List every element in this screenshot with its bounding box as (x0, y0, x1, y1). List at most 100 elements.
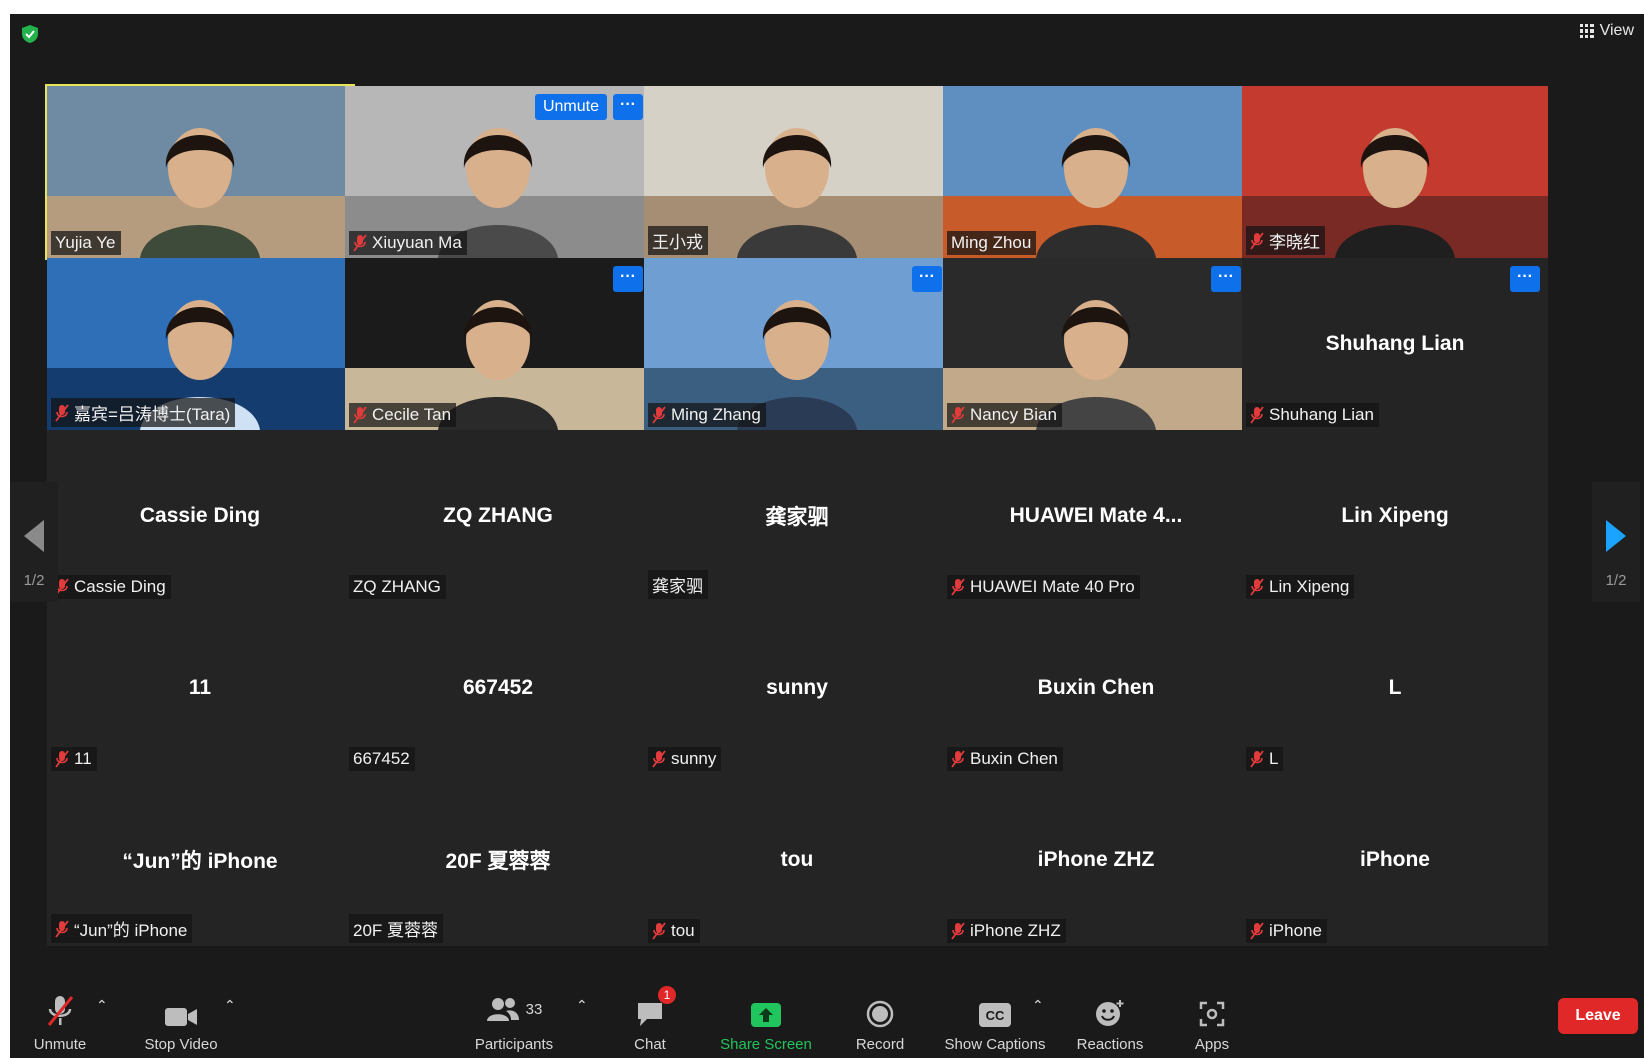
record-button[interactable]: Record (844, 990, 916, 1058)
stop-video-label: Stop Video (144, 1036, 218, 1053)
participant-tile[interactable]: ZQ ZHANG ZQ ZHANG (345, 430, 651, 602)
video-camera-icon (165, 1008, 197, 1026)
participant-tile[interactable]: Shuhang Lian ··· Shuhang Lian (1242, 258, 1548, 430)
chat-bubble-icon (638, 1003, 662, 1026)
muted-microphone-icon (951, 406, 965, 424)
participant-tile[interactable]: Yujia Ye (45, 84, 355, 260)
grid-view-icon (1579, 24, 1594, 38)
muted-microphone-icon (353, 406, 367, 424)
participants-options-caret-icon[interactable]: ⌃ (576, 997, 588, 1014)
participant-tile[interactable]: Buxin Chen Buxin Chen (943, 602, 1249, 774)
participants-button[interactable]: 33 Participants (466, 990, 562, 1058)
participant-name-label: 李晓红 (1269, 233, 1320, 252)
view-button[interactable]: View (1579, 22, 1634, 40)
participant-name-label: Xiuyuan Ma (372, 233, 462, 252)
chat-button[interactable]: 1 Chat (618, 986, 682, 1058)
participant-name-tag: sunny (648, 747, 722, 771)
chevron-left-icon (24, 520, 44, 552)
participant-tile[interactable]: iPhone ZHZ iPhone ZHZ (943, 774, 1249, 946)
participant-tile[interactable]: “Jun”的 iPhone “Jun”的 iPhone (47, 774, 353, 946)
muted-microphone-icon (652, 922, 666, 940)
participant-tile[interactable]: HUAWEI Mate 4... HUAWEI Mate 40 Pro (943, 430, 1249, 602)
participant-name-tag: 20F 夏蓉蓉 (349, 914, 444, 943)
participants-label: Participants (474, 1036, 554, 1053)
participant-name-label: “Jun”的 iPhone (74, 921, 188, 940)
participant-name-label: sunny (671, 749, 717, 768)
participant-tile[interactable]: 20F 夏蓉蓉 20F 夏蓉蓉 (345, 774, 651, 946)
participant-tile[interactable]: Ming Zhou (943, 86, 1249, 258)
participant-tile[interactable]: tou tou (644, 774, 950, 946)
participant-name-label: 龚家驷 (652, 577, 703, 596)
participant-tile[interactable]: 11 11 (47, 602, 353, 774)
chat-unread-badge: 1 (658, 986, 676, 1004)
tile-more-options-button[interactable]: ··· (912, 266, 942, 292)
participant-name-tag: Lin Xipeng (1246, 575, 1355, 599)
participant-name-label: Yujia Ye (55, 233, 116, 252)
muted-microphone-icon (951, 922, 965, 940)
page-indicator-left: 1/2 (23, 572, 45, 589)
view-button-label: View (1599, 22, 1634, 39)
participant-name-tag: 11 (51, 747, 97, 771)
participant-name-tag: Buxin Chen (947, 747, 1063, 771)
participant-name-label: Shuhang Lian (1269, 405, 1374, 424)
participant-tile[interactable]: 667452 667452 (345, 602, 651, 774)
share-screen-icon (751, 1003, 781, 1027)
participant-name-tag: tou (648, 919, 700, 943)
participant-name-label: 20F 夏蓉蓉 (353, 921, 439, 940)
participant-tile[interactable]: Unmute ··· Xiuyuan Ma (345, 86, 651, 258)
apps-button[interactable]: Apps (1182, 990, 1242, 1058)
participant-tile[interactable]: LL (1242, 602, 1548, 774)
participant-name-label: 嘉宾=吕涛博士(Tara) (74, 405, 231, 424)
stop-video-button[interactable]: Stop Video (136, 990, 226, 1058)
video-options-caret-icon[interactable]: ⌃ (224, 997, 236, 1014)
participant-name-label: Cassie Ding (74, 577, 166, 596)
reactions-label: Reactions (1076, 1036, 1144, 1053)
participant-name-tag: 嘉宾=吕涛博士(Tara) (51, 398, 236, 427)
participant-name-tag: Ming Zhou (947, 231, 1037, 255)
participant-tile[interactable]: 龚家驷 龚家驷 (644, 430, 950, 602)
participant-name-tag: ZQ ZHANG (349, 575, 446, 599)
participant-name-label: Lin Xipeng (1269, 577, 1350, 596)
unmute-button[interactable]: Unmute (24, 990, 96, 1058)
tile-more-options-button[interactable]: ··· (1510, 266, 1540, 292)
participant-tile[interactable]: ··· Nancy Bian (943, 258, 1249, 430)
closed-captions-icon: CC (979, 1003, 1011, 1027)
apps-label: Apps (1194, 1036, 1230, 1053)
muted-microphone-icon (55, 919, 69, 938)
reactions-button[interactable]: Reactions (1070, 990, 1150, 1058)
captions-options-caret-icon[interactable]: ⌃ (1032, 997, 1044, 1014)
prev-page-button[interactable]: 1/2 (10, 482, 58, 602)
chat-label: Chat (634, 1036, 666, 1053)
participant-tile[interactable]: 李晓红 (1242, 86, 1548, 258)
participant-tile[interactable]: Lin Xipeng Lin Xipeng (1242, 430, 1548, 602)
participant-name-label: tou (671, 921, 695, 940)
security-shield-icon[interactable] (20, 24, 40, 44)
participant-tile[interactable]: ··· Cecile Tan (345, 258, 651, 430)
tile-more-options-button[interactable]: ··· (613, 266, 643, 292)
audio-options-caret-icon[interactable]: ⌃ (96, 997, 108, 1014)
participant-tile[interactable]: ··· Ming Zhang (644, 258, 950, 430)
leave-button[interactable]: Leave (1558, 998, 1638, 1034)
apps-icon (1199, 1001, 1225, 1027)
share-screen-button[interactable]: Share Screen (714, 990, 818, 1058)
tile-more-options-button[interactable]: ··· (1211, 266, 1241, 292)
participant-tile[interactable]: Cassie Ding Cassie Ding (47, 430, 353, 602)
participant-name-tag: iPhone ZHZ (947, 919, 1066, 943)
participant-name-label: 王小戎 (652, 233, 703, 252)
meeting-toolbar: Unmute ⌃ Stop Video ⌃ 33 Participants ⌃ … (10, 970, 1644, 1058)
participant-tile[interactable]: iPhone iPhone (1242, 774, 1548, 946)
participant-name-label: L (1269, 749, 1279, 768)
muted-microphone-icon (55, 403, 69, 422)
participant-name-tag: 李晓红 (1246, 226, 1325, 255)
participant-name-tag: 667452 (349, 747, 415, 771)
participant-name-label: Ming Zhang (671, 405, 761, 424)
tile-more-options-button[interactable]: ··· (613, 94, 643, 120)
participant-tile[interactable]: sunny sunny (644, 602, 950, 774)
next-page-button[interactable]: 1/2 (1592, 482, 1640, 602)
page-indicator-right: 1/2 (1605, 572, 1627, 589)
ask-unmute-button[interactable]: Unmute (534, 94, 607, 120)
meeting-window: View Yujia Ye Unmute ··· Xiuyuan Ma 王小戎 Ming … (10, 14, 1644, 1058)
muted-microphone-icon (652, 750, 666, 768)
participant-tile[interactable]: 王小戎 (644, 86, 950, 258)
participant-tile[interactable]: 嘉宾=吕涛博士(Tara) (47, 258, 353, 430)
